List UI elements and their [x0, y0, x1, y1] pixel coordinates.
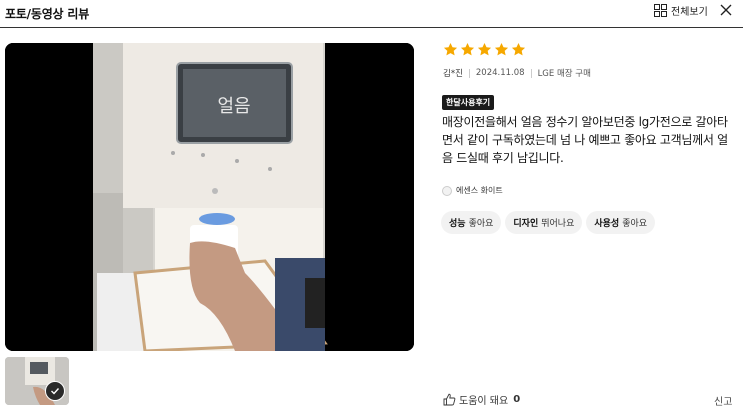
grid-icon	[654, 4, 667, 17]
purchase-channel: LGE 매장 구매	[537, 69, 591, 79]
star-icon	[477, 42, 492, 56]
display-text: 얼음	[217, 96, 250, 117]
photo-illustration: 얼음	[5, 43, 414, 351]
evaluation-tags: 성능 좋아요 디자인 뛰어나요 사용성 좋아요	[441, 211, 656, 234]
tag-design: 디자인 뛰어나요	[505, 211, 583, 234]
selected-indicator	[45, 381, 65, 401]
helpful-button[interactable]: 도움이 돼요 0	[443, 392, 520, 407]
star-icon	[443, 42, 458, 56]
close-icon[interactable]	[718, 2, 734, 18]
check-icon	[51, 388, 60, 395]
meta-divider	[468, 68, 470, 78]
usage-badge: 한달사용후기	[442, 95, 495, 110]
meta-divider	[530, 68, 532, 78]
report-button[interactable]: 신고	[714, 393, 732, 408]
page-title: 포토/동영상 리뷰	[5, 7, 90, 21]
review-author: 김*진	[443, 69, 463, 79]
tag-usability: 사용성 좋아요	[586, 211, 656, 234]
helpful-count: 0	[513, 394, 521, 405]
view-all-label: 전체보기	[671, 7, 708, 18]
tag-performance: 성능 좋아요	[441, 211, 502, 234]
color-swatch	[442, 185, 452, 196]
review-photo[interactable]: 얼음	[5, 43, 414, 351]
star-icon	[511, 42, 526, 56]
product-option: 에센스 화이트	[442, 185, 503, 196]
photo-thumbnail[interactable]	[5, 357, 69, 405]
review-meta: 김*진 2024.11.08 LGE 매장 구매	[443, 67, 591, 79]
helpful-label: 도움이 돼요	[459, 396, 509, 407]
view-all-button[interactable]: 전체보기	[654, 3, 708, 18]
option-label: 에센스 화이트	[456, 186, 503, 195]
review-date: 2024.11.08	[475, 68, 525, 78]
header: 포토/동영상 리뷰 전체보기	[0, 0, 743, 28]
thumbs-up-icon	[443, 393, 456, 406]
star-icon	[460, 42, 475, 56]
rating-stars	[443, 42, 526, 57]
star-icon	[494, 42, 509, 56]
review-body: 매장이전을해서 얼음 정수기 알아보던중 lg가전으로 갈아타면서 같이 구독하…	[442, 115, 728, 165]
